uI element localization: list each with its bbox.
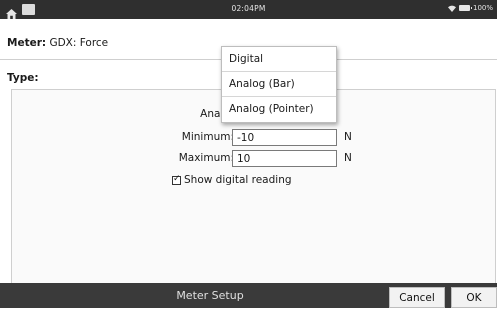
show-digital-label: Show digital reading: [184, 174, 292, 186]
maximum-unit: N: [344, 152, 352, 164]
minimum-label: Minimum:: [181, 131, 234, 143]
battery-icon: [458, 5, 472, 11]
page-title: Meter Setup: [176, 289, 244, 302]
ok-button[interactable]: OK: [451, 287, 497, 308]
dropdown-option-analog-pointer[interactable]: Analog (Pointer): [222, 97, 336, 121]
wifi-icon: [447, 5, 456, 12]
type-label: Type:: [7, 72, 39, 84]
show-digital-reading-option[interactable]: Show digital reading: [172, 173, 292, 186]
status-indicators: 100%: [447, 4, 493, 12]
type-dropdown-menu[interactable]: Digital Analog (Bar) Analog (Pointer): [221, 46, 337, 123]
status-bar: 02:04PM 100%: [0, 0, 497, 19]
status-time: 02:04PM: [231, 4, 266, 13]
show-digital-checkbox[interactable]: [172, 173, 181, 185]
meter-label: Meter:: [7, 37, 47, 49]
minimum-input[interactable]: -10: [232, 129, 337, 146]
maximum-input[interactable]: 10: [232, 150, 337, 167]
maximum-label: Maximum:: [178, 152, 234, 164]
minimum-unit: N: [344, 131, 352, 143]
dropdown-option-digital[interactable]: Digital: [222, 47, 336, 72]
dropdown-option-analog-bar[interactable]: Analog (Bar): [222, 72, 336, 97]
battery-percent: 100%: [472, 4, 493, 12]
meter-setup-content: Meter: GDX: Force Type: Analog Meter Ran…: [0, 19, 497, 284]
meter-value: GDX: Force: [49, 37, 109, 49]
meter-info: Meter: GDX: Force: [7, 37, 108, 49]
bottom-bar: Meter Setup Cancel OK: [0, 283, 497, 308]
cancel-button[interactable]: Cancel: [389, 287, 445, 308]
